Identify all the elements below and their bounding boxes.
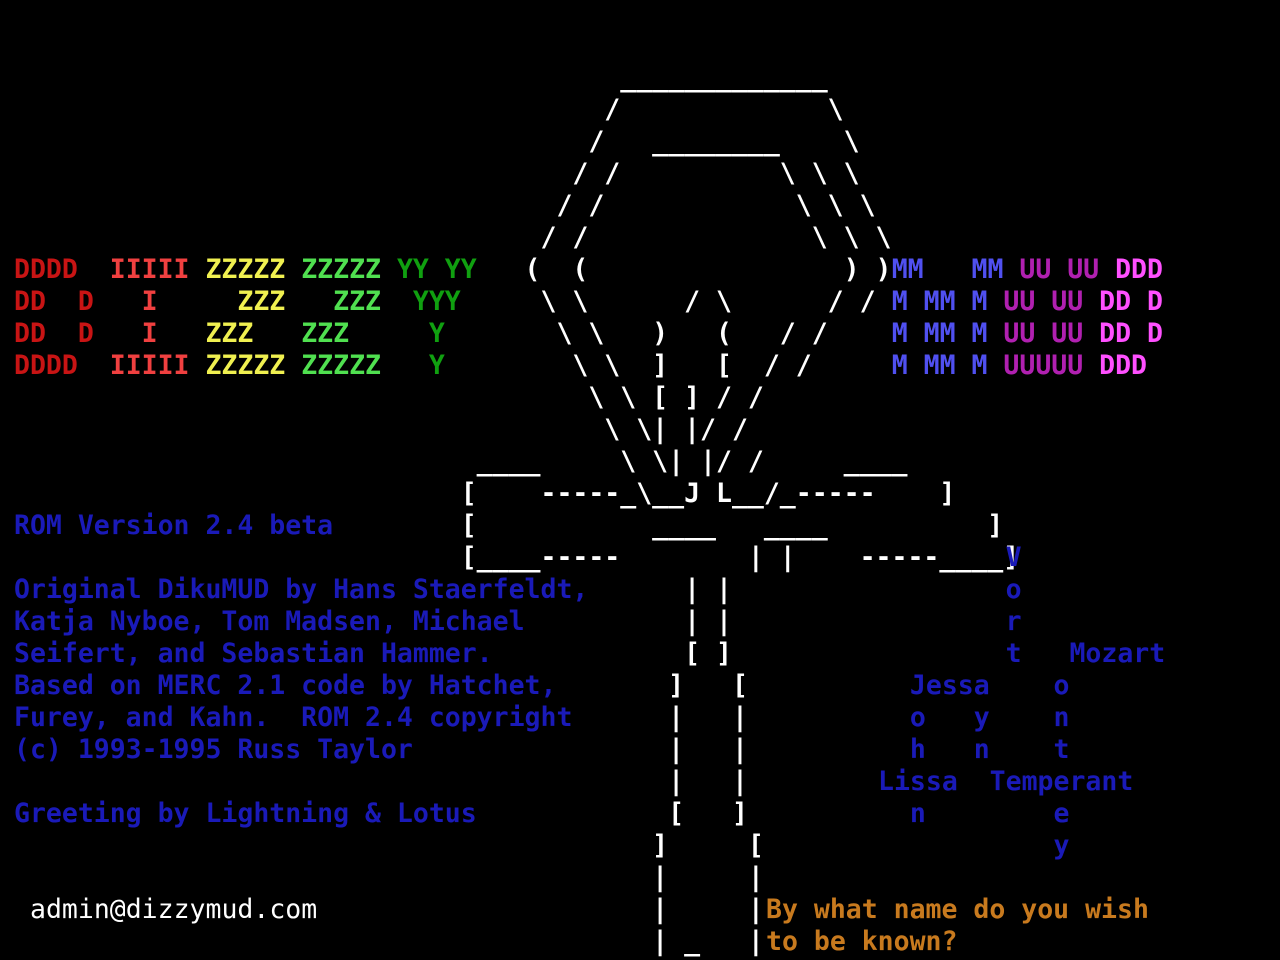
login-name-prompt[interactable]: By what name do you wish to be known? — [766, 894, 1149, 958]
logo-letter-d: DDDD — [14, 350, 110, 381]
logo-letter-d: DDDD — [14, 254, 110, 285]
logo-letter-u: UU UU — [1003, 318, 1100, 349]
ankh-art-line: \ \ [ ] / / — [14, 382, 764, 413]
ankh-art-line: ____ \ \| |/ / ____ — [14, 446, 908, 477]
admin-email: admin@dizzymud.com — [30, 894, 318, 925]
credits-line: Furey, and Kahn. ROM 2.4 copyright — [14, 702, 573, 733]
logo-letter-d: DD D — [1099, 318, 1163, 349]
logo-letter-z: ZZZZZ — [301, 254, 397, 285]
greeting-credit: Greeting by Lightning & Lotus — [14, 798, 477, 829]
names-art-line: n e — [878, 798, 1070, 829]
logo-letter-z: ZZZZZ — [301, 350, 397, 381]
prompt-line: to be known? — [766, 926, 958, 957]
logo-letter-y: Y — [396, 350, 477, 381]
dizzymud-logo: DDDD IIIII ZZZZZ ZZZZZ YY YY MM MM UU UU … — [14, 254, 1163, 382]
prompt-line: By what name do you wish — [766, 894, 1149, 925]
names-art-line: h n t — [878, 734, 1070, 765]
ankh-art-line: / ________ \ — [14, 126, 860, 157]
logo-letter-m: MM MM — [891, 254, 1020, 285]
logo-row: DDDD IIIII ZZZZZ ZZZZZ Y M MM M UUUUU DD… — [14, 350, 1163, 382]
logo-row: DD D I ZZZ ZZZ Y M MM M UU UU DD D — [14, 318, 1163, 350]
ankh-art-line: | | — [14, 862, 764, 893]
immortal-names-art: V o r t Mozart Jessa o o y n h n t Lissa … — [878, 542, 1165, 862]
logo-letter-z: ZZZ — [301, 318, 397, 349]
logo-letter-y: YY YY — [396, 254, 477, 285]
ankh-art-line: / / \ \ \ — [14, 158, 860, 189]
rom-credits: ROM Version 2.4 beta Original DikuMUD by… — [14, 510, 588, 830]
logo-letter-z: ZZZ — [301, 286, 397, 317]
ankh-art-line: _____________ — [14, 62, 828, 93]
logo-letter-i: IIIII — [109, 254, 206, 285]
credits-line: Based on MERC 2.1 code by Hatchet, — [14, 670, 557, 701]
logo-letter-i: IIIII — [109, 350, 206, 381]
logo-letter-z: ZZZ — [205, 286, 302, 317]
logo-letter-m: M MM M — [891, 350, 1004, 381]
ankh-art-line: ] [ — [14, 830, 764, 861]
ankh-art-line: [ -----_\__J L__/_----- ] — [14, 478, 956, 509]
names-art-line: V — [878, 542, 1022, 573]
logo-row: DDDD IIIII ZZZZZ ZZZZZ YY YY MM MM UU UU … — [14, 254, 1163, 286]
ankh-art-line: \ \| |/ / — [14, 414, 748, 445]
ankh-art-line: / / \ \ \ — [14, 190, 876, 221]
logo-letter-d: DD D — [1099, 286, 1163, 317]
names-art-line: y — [878, 830, 1070, 861]
ankh-art-line: / / \ \ \ — [14, 222, 892, 253]
logo-letter-d: DD D — [14, 318, 110, 349]
rom-version: ROM Version 2.4 beta — [14, 510, 334, 541]
logo-letter-z: ZZZZZ — [205, 254, 302, 285]
credits-line: Katja Nyboe, Tom Madsen, Michael — [14, 606, 525, 637]
logo-letter-z: ZZZ — [205, 318, 302, 349]
mud-terminal-screen[interactable]: _____________ / \ / ________ \ / / \ \ \ — [0, 0, 1280, 960]
logo-letter-m: M MM M — [891, 318, 1004, 349]
logo-letter-y: YYY — [396, 286, 477, 317]
logo-letter-i: I — [109, 318, 206, 349]
names-art-line: Lissa Temperant — [878, 766, 1134, 797]
names-art-line: r — [878, 606, 1022, 637]
credits-line: (c) 1993-1995 Russ Taylor — [14, 734, 413, 765]
logo-letter-z: ZZZZZ — [205, 350, 302, 381]
credits-line: Original DikuMUD by Hans Staerfeldt, — [14, 574, 589, 605]
names-art-line: o — [878, 574, 1022, 605]
logo-letter-u: UU UU — [1003, 286, 1100, 317]
logo-letter-m: M MM M — [891, 286, 1004, 317]
names-art-line: t Mozart — [878, 638, 1166, 669]
logo-letter-u: UU UU — [1019, 254, 1116, 285]
names-art-line: o y n — [878, 702, 1070, 733]
logo-letter-y: Y — [396, 318, 477, 349]
logo-letter-u: UUUUU — [1003, 350, 1100, 381]
credits-line: Seifert, and Sebastian Hammer. — [14, 638, 493, 669]
ankh-art-line: / \ — [14, 94, 844, 125]
logo-letter-d: DDD — [1099, 350, 1148, 381]
logo-letter-d: DDD — [1115, 254, 1163, 285]
logo-letter-i: I — [109, 286, 206, 317]
logo-letter-d: DD D — [14, 286, 110, 317]
logo-row: DD D I ZZZ ZZZ YYY M MM M UU UU DD D — [14, 286, 1163, 318]
names-art-line: Jessa o — [878, 670, 1070, 701]
